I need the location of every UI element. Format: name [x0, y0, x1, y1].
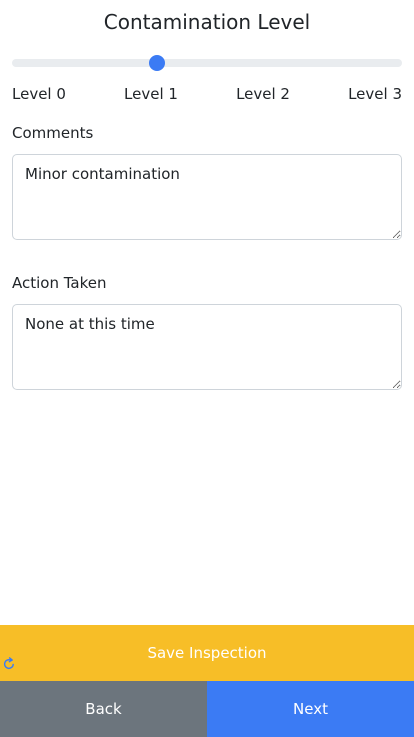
next-button[interactable]: Next — [207, 681, 414, 737]
action-taken-label: Action Taken — [12, 274, 107, 292]
refresh-icon[interactable] — [2, 656, 16, 670]
comments-label: Comments — [12, 124, 94, 142]
save-inspection-button[interactable]: Save Inspection — [0, 625, 414, 681]
tick-label-level-2: Level 2 — [236, 85, 290, 103]
contamination-level-slider[interactable] — [12, 52, 402, 74]
slider-tick-labels: Level 0 Level 1 Level 2 Level 3 — [12, 84, 402, 104]
tick-label-level-1: Level 1 — [124, 85, 178, 103]
refresh-icon-glyph — [3, 657, 14, 670]
slider-track[interactable] — [12, 59, 402, 67]
back-button[interactable]: Back — [0, 681, 207, 737]
tick-label-level-3: Level 3 — [348, 85, 402, 103]
page-title: Contamination Level — [103, 10, 311, 34]
tick-label-level-0: Level 0 — [12, 85, 66, 103]
action-taken-textarea[interactable]: None at this time — [12, 304, 402, 390]
slider-thumb[interactable] — [148, 55, 165, 71]
comments-textarea[interactable]: Minor contamination — [12, 154, 402, 240]
